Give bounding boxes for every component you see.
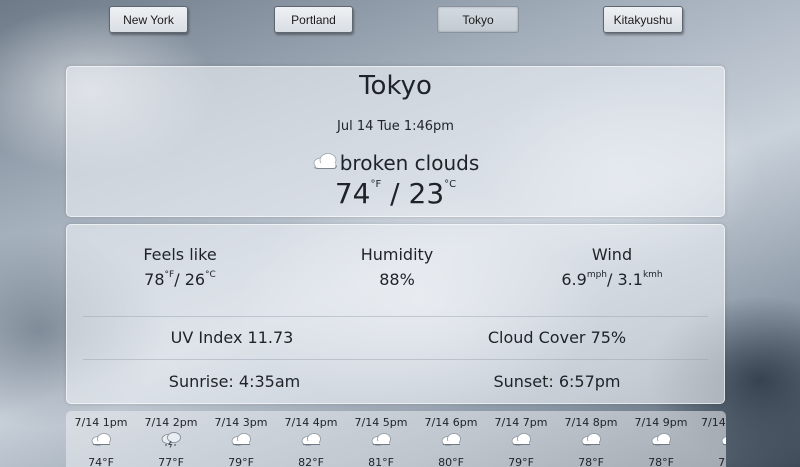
sunset-time: Sunset: 6:57pm xyxy=(493,372,621,391)
forecast-time: 7/14 10pm xyxy=(701,416,726,429)
uv-index: UV Index 11.73 xyxy=(170,328,294,347)
feels-like-stat: Feels like 78°F/ 26°C xyxy=(115,245,245,289)
tab-tokyo[interactable]: Tokyo xyxy=(437,6,519,33)
tab-portland[interactable]: Portland xyxy=(274,6,353,33)
cloud-cover: Cloud Cover 75% xyxy=(487,328,627,347)
forecast-item: 7/14 9pm 78°F xyxy=(626,411,696,467)
forecast-temp: 79°F xyxy=(228,456,254,467)
forecast-item: 7/14 4pm 82°F xyxy=(276,411,346,467)
sunrise-time: Sunrise: 4:35am xyxy=(168,372,301,391)
cloud-icon xyxy=(486,432,556,448)
forecast-item: 7/14 3pm 79°F xyxy=(206,411,276,467)
cloud-icon xyxy=(416,432,486,448)
weather-details-panel: Feels like 78°F/ 26°C Humidity 88% Wind … xyxy=(66,224,725,404)
wind-value: 6.9mph/ 3.1kmh xyxy=(537,270,687,289)
forecast-time: 7/14 3pm xyxy=(214,416,268,429)
tab-new-york[interactable]: New York xyxy=(109,6,188,33)
divider xyxy=(83,316,708,317)
forecast-time: 7/14 4pm xyxy=(284,416,338,429)
forecast-temp: 78°F xyxy=(578,456,604,467)
wind-kmh: 3.1 xyxy=(617,270,643,289)
wind-mph: 6.9 xyxy=(561,270,587,289)
forecast-item: 7/14 10pm 77°F xyxy=(696,411,726,467)
forecast-temp: 80°F xyxy=(438,456,464,467)
hourly-forecast[interactable]: 7/14 1pm 74°F 7/14 2pm 77°F 7/14 3pm 79°F 7/14… xyxy=(66,411,726,467)
wind-kmh-unit: kmh xyxy=(642,270,663,280)
forecast-temp: 77°F xyxy=(718,456,726,467)
feels-like-f: 78 xyxy=(144,270,165,289)
cloud-icon xyxy=(346,432,416,448)
forecast-temp: 77°F xyxy=(158,456,184,467)
forecast-temp: 81°F xyxy=(368,456,394,467)
humidity-stat: Humidity 88% xyxy=(332,245,462,289)
condition-text: broken clouds xyxy=(339,151,480,175)
wind-label: Wind xyxy=(591,245,633,264)
forecast-item: 7/14 5pm 81°F xyxy=(346,411,416,467)
forecast-time: 7/14 8pm xyxy=(564,416,618,429)
forecast-time: 7/14 9pm xyxy=(634,416,688,429)
thunderstorm-icon xyxy=(136,432,206,448)
forecast-temp: 74°F xyxy=(88,456,114,467)
feels-like-f-unit: °F xyxy=(164,270,175,280)
wind-separator: / xyxy=(607,270,618,289)
forecast-temp: 82°F xyxy=(298,456,324,467)
feels-like-separator: / xyxy=(174,270,185,289)
temp-f-unit: °F xyxy=(370,179,382,190)
forecast-temp: 78°F xyxy=(648,456,674,467)
weather-condition: broken clouds xyxy=(67,151,724,175)
cloud-icon xyxy=(206,432,276,448)
temp-c-value: 23 xyxy=(408,177,445,210)
local-datetime: Jul 14 Tue 1:46pm xyxy=(337,119,454,134)
cloud-icon xyxy=(276,432,346,448)
temp-f-value: 74 xyxy=(334,177,371,210)
forecast-item: 7/14 2pm 77°F xyxy=(136,411,206,467)
humidity-label: Humidity xyxy=(360,245,434,264)
forecast-time: 7/14 6pm xyxy=(424,416,478,429)
cloud-icon xyxy=(696,432,726,448)
wind-mph-unit: mph xyxy=(586,270,607,280)
forecast-item: 7/14 7pm 79°F xyxy=(486,411,556,467)
cloud-icon xyxy=(626,432,696,448)
feels-like-c: 26 xyxy=(184,270,206,289)
cloud-icon xyxy=(66,432,136,448)
forecast-time: 7/14 2pm xyxy=(144,416,198,429)
wind-stat: Wind 6.9mph/ 3.1kmh xyxy=(537,245,687,289)
divider xyxy=(83,359,708,360)
current-temperature: 74°F / 23°C xyxy=(67,177,724,210)
cloud-icon xyxy=(312,151,338,175)
feels-like-value: 78°F/ 26°C xyxy=(115,270,245,289)
current-weather-panel: Tokyo Jul 14 Tue 1:46pm broken clouds 74… xyxy=(66,66,725,217)
feels-like-label: Feels like xyxy=(143,245,217,264)
forecast-item: 7/14 8pm 78°F xyxy=(556,411,626,467)
city-title: Tokyo xyxy=(359,71,432,101)
temp-separator: / xyxy=(390,177,400,210)
forecast-time: 7/14 5pm xyxy=(354,416,408,429)
feels-like-c-unit: °C xyxy=(205,270,216,280)
forecast-temp: 79°F xyxy=(508,456,534,467)
cloud-icon xyxy=(556,432,626,448)
forecast-item: 7/14 6pm 80°F xyxy=(416,411,486,467)
forecast-item: 7/14 1pm 74°F xyxy=(66,411,136,467)
temp-c-unit: °C xyxy=(444,179,457,190)
humidity-value: 88% xyxy=(379,270,415,289)
forecast-time: 7/14 7pm xyxy=(494,416,548,429)
tab-kitakyushu[interactable]: Kitakyushu xyxy=(603,6,683,33)
forecast-time: 7/14 1pm xyxy=(74,416,128,429)
